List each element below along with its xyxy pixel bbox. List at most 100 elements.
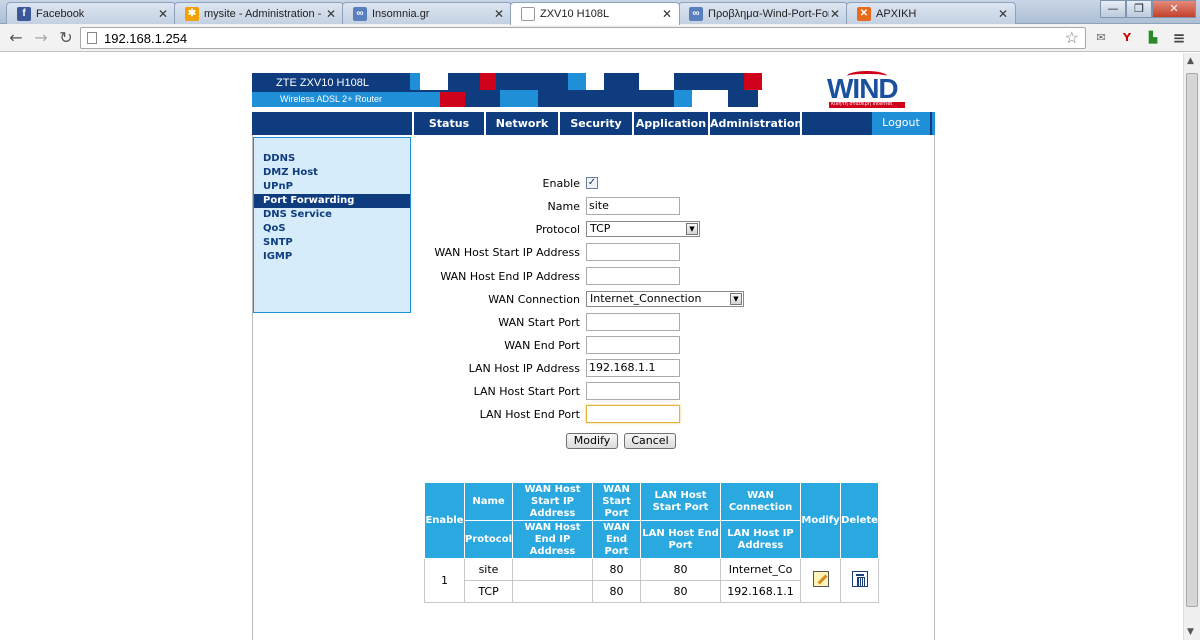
banner-block — [470, 90, 500, 107]
protocol-label: Protocol — [535, 223, 580, 236]
row-protocol: TCP — [463, 580, 514, 603]
lan-start-port-label: LAN Host Start Port — [473, 385, 580, 398]
menu-icon[interactable]: ≡ — [1170, 29, 1188, 47]
browser-tab-home[interactable]: ✕ ΑΡΧΙΚΗ ✕ — [846, 2, 1016, 24]
back-icon[interactable]: ← — [6, 28, 26, 47]
main-menu: Status Network Security Application Admi… — [252, 112, 935, 135]
col-name: Name — [463, 482, 514, 521]
gmail-checker-icon[interactable]: ✉ — [1092, 29, 1110, 47]
forward-icon[interactable]: → — [31, 28, 51, 47]
window-close-icon[interactable]: ✕ — [1152, 0, 1196, 18]
scroll-down-icon[interactable]: ▼ — [1187, 627, 1194, 637]
close-tab-icon[interactable]: ✕ — [325, 7, 337, 21]
minimize-icon[interactable]: — — [1100, 0, 1126, 18]
router-model: ZTE ZXV10 H108L — [276, 77, 369, 89]
col-lan-end-port: LAN Host End Port — [640, 520, 722, 559]
blank-page-icon — [521, 7, 535, 21]
browser-tab-strip: f Facebook ✕ ✱ mysite - Administration -… — [0, 0, 1200, 25]
restore-icon[interactable]: ❐ — [1126, 0, 1152, 18]
wan-end-port-field[interactable] — [586, 336, 680, 354]
logo-swoosh — [847, 71, 887, 81]
banner-block — [744, 73, 762, 90]
wan-start-ip-field[interactable] — [586, 243, 680, 261]
sidebar-item-ddns[interactable]: DDNS — [254, 152, 410, 166]
port-forwarding-form: Enable ✓ Name site Protocol TCP ▼ WAN Ho… — [0, 0, 744, 449]
menu-administration[interactable]: Administration — [708, 112, 802, 135]
page-icon — [87, 32, 97, 44]
menu-security[interactable]: Security — [558, 112, 632, 135]
close-tab-icon[interactable]: ✕ — [157, 7, 169, 21]
address-bar[interactable]: 192.168.1.254 ☆ — [80, 27, 1086, 49]
logout-button[interactable]: Logout — [872, 112, 930, 135]
wan-end-ip-field[interactable] — [586, 267, 680, 285]
col-protocol: Protocol — [463, 520, 514, 559]
lan-ip-label: LAN Host IP Address — [468, 362, 580, 375]
name-field[interactable]: site — [586, 197, 680, 215]
col-wan-end-port: WAN End Port — [592, 520, 642, 559]
col-lan-ip: LAN Host IP Address — [720, 520, 802, 559]
protocol-select[interactable]: TCP ▼ — [586, 221, 700, 237]
wan-connection-value: Internet_Connection — [590, 292, 702, 305]
browser-tab-forum[interactable]: ∞ Προβλημα-Wind-Port-For ✕ — [678, 2, 848, 24]
banner-block — [692, 90, 728, 107]
bookmark-star-icon[interactable]: ☆ — [1065, 28, 1079, 48]
reload-icon[interactable]: ↻ — [56, 28, 76, 47]
wan-start-port-field[interactable] — [586, 313, 680, 331]
port-forwarding-table: Enable Name WAN Host Start IP Address WA… — [424, 482, 880, 603]
tab-title: Insomnia.gr — [372, 7, 430, 20]
close-tab-icon[interactable]: ✕ — [997, 7, 1009, 21]
banner-block — [480, 73, 496, 90]
lan-start-port-field[interactable] — [586, 382, 680, 400]
menu-network[interactable]: Network — [484, 112, 558, 135]
banner-block — [410, 92, 440, 107]
extension-icon[interactable]: ▙ — [1144, 29, 1162, 47]
logo-tagline-bar: κινητή σταθερή Internet — [829, 101, 905, 108]
col-delete: Delete — [840, 482, 880, 559]
scrollbar-thumb[interactable] — [1186, 73, 1198, 607]
tab-title: mysite - Administration - — [204, 7, 322, 20]
yandex-icon[interactable]: Y — [1118, 29, 1136, 47]
row-wan-end-ip — [512, 580, 594, 603]
joomla-icon: ✱ — [185, 6, 199, 21]
wan-start-ip-label: WAN Host Start IP Address — [434, 246, 580, 259]
router-subtitle: Wireless ADSL 2+ Router — [280, 94, 382, 104]
lan-end-port-field[interactable] — [586, 405, 680, 423]
close-tab-icon[interactable]: ✕ — [661, 7, 673, 21]
enable-checkbox[interactable]: ✓ — [586, 177, 598, 189]
menu-status[interactable]: Status — [412, 112, 484, 135]
banner-block — [728, 90, 758, 107]
edit-icon[interactable] — [812, 571, 829, 587]
browser-toolbar: ← → ↻ 192.168.1.254 ☆ ✉ Y ▙ ≡ — [0, 24, 1200, 52]
tab-title: Προβλημα-Wind-Port-For — [708, 7, 829, 20]
browser-tab-insomnia[interactable]: ∞ Insomnia.gr ✕ — [342, 2, 512, 24]
close-tab-icon[interactable]: ✕ — [829, 7, 841, 21]
browser-tab-mysite[interactable]: ✱ mysite - Administration - ✕ — [174, 2, 344, 24]
close-tab-icon[interactable]: ✕ — [493, 7, 505, 21]
insomnia-icon: ∞ — [353, 6, 367, 21]
banner-block — [428, 73, 448, 90]
scroll-up-icon[interactable]: ▲ — [1187, 56, 1194, 66]
menu-divider — [800, 112, 802, 135]
lan-ip-field[interactable]: 192.168.1.1 — [586, 359, 680, 377]
banner-block — [602, 90, 674, 107]
modify-button[interactable]: Modify — [566, 433, 618, 449]
wan-connection-select[interactable]: Internet_Connection ▼ — [586, 291, 744, 307]
window-controls: — ❐ ✕ — [1100, 0, 1196, 18]
cancel-button[interactable]: Cancel — [624, 433, 676, 449]
col-wan-connection: WAN Connection — [720, 482, 802, 521]
row-lan-ip: 192.168.1.1 — [720, 580, 802, 603]
router-subtitle-bar: Wireless ADSL 2+ Router — [252, 92, 410, 107]
row-name: site — [463, 558, 514, 581]
facebook-icon: f — [17, 6, 31, 21]
logo-tagline: κινητή σταθερή Internet — [831, 101, 893, 107]
page-scrollbar[interactable]: ▲ ▼ — [1183, 53, 1200, 640]
menu-application[interactable]: Application — [632, 112, 708, 135]
col-enable: Enable — [424, 482, 465, 559]
browser-tab-facebook[interactable]: f Facebook ✕ — [6, 2, 176, 24]
url-text: 192.168.1.254 — [104, 30, 188, 46]
brand-header: ZTE ZXV10 H108L Wireless ADSL 2+ Router — [252, 73, 410, 107]
browser-tab-router[interactable]: ZXV10 H108L ✕ — [510, 2, 680, 25]
row-wan-connection: Internet_Co — [720, 558, 802, 581]
tab-title: ΑΡΧΙΚΗ — [876, 7, 917, 20]
trash-icon[interactable] — [851, 571, 868, 587]
